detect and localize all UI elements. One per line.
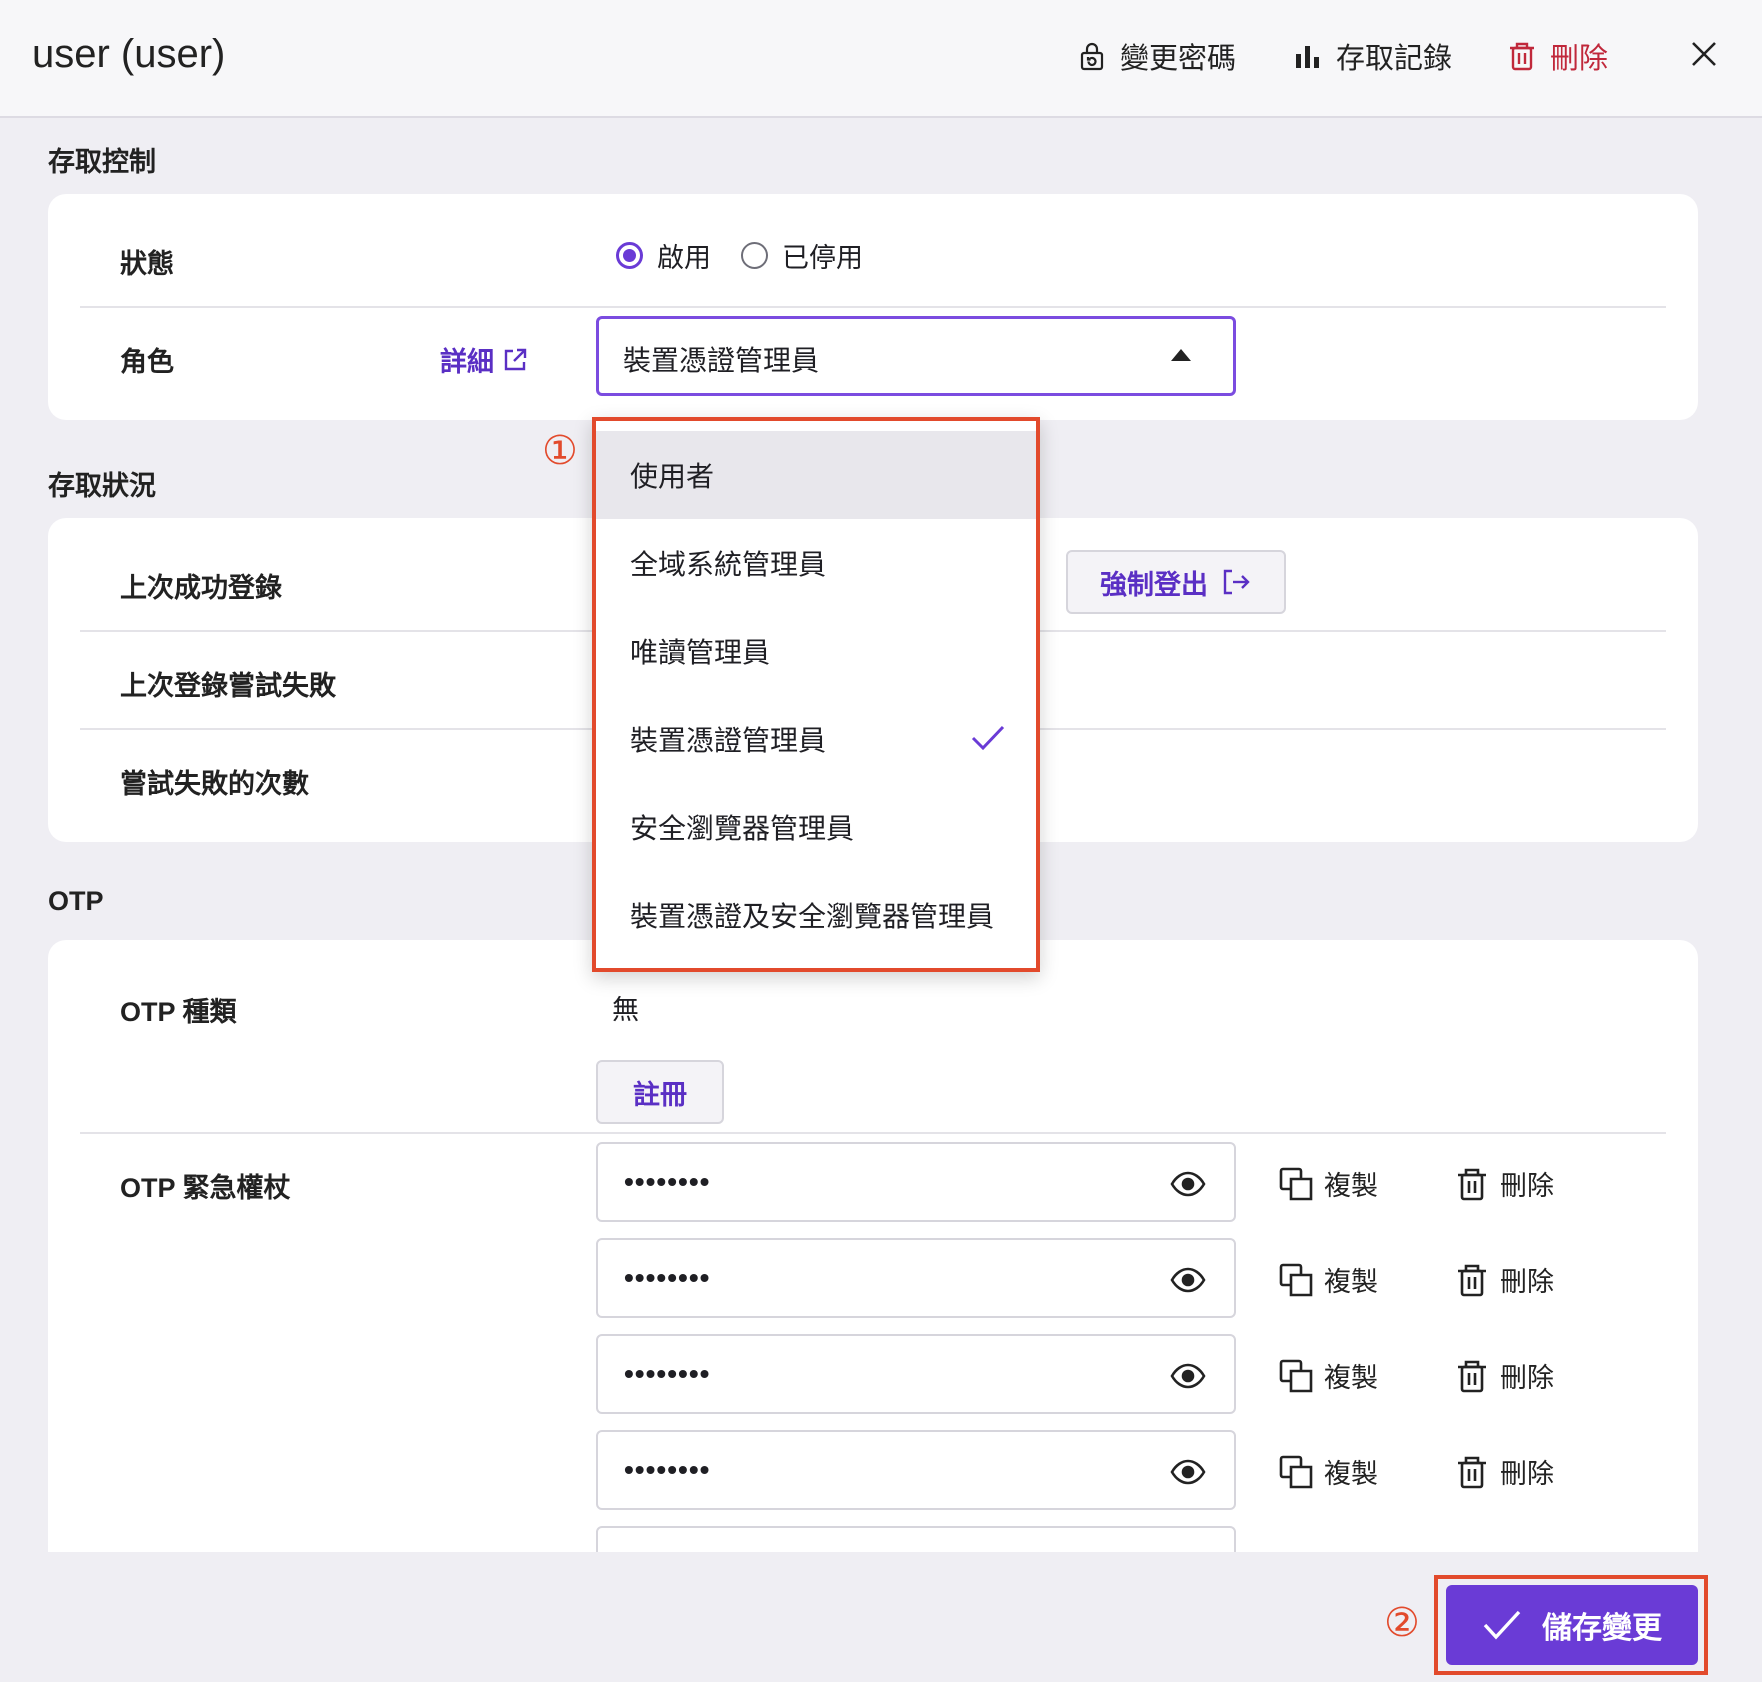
- access-log-label: 存取記錄: [1336, 43, 1453, 75]
- copy-button[interactable]: 複製: [1278, 1356, 1378, 1395]
- otp-code-value: ••••••••: [624, 1454, 711, 1485]
- radio-enabled[interactable]: [616, 242, 643, 269]
- delete-code-button[interactable]: 刪除: [1454, 1452, 1554, 1491]
- role-option-label: 安全瀏覽器管理員: [630, 813, 855, 844]
- role-option[interactable]: 唯讀管理員: [596, 607, 1036, 695]
- radio-disabled[interactable]: [741, 242, 768, 269]
- status-radio-group: 啟用 已停用: [616, 236, 879, 275]
- otp-code-value: ••••••••: [624, 1358, 711, 1389]
- access-log-button[interactable]: 存取記錄: [1292, 36, 1452, 76]
- change-password-label: 變更密碼: [1120, 43, 1237, 75]
- trash-icon: [1458, 1264, 1486, 1296]
- radio-disabled-label: 已停用: [782, 243, 863, 273]
- role-details-link[interactable]: 詳細: [440, 340, 528, 379]
- role-label: 角色: [120, 347, 174, 377]
- trash-icon: [1510, 42, 1534, 71]
- force-logout-button[interactable]: 強制登出: [1066, 550, 1286, 614]
- failed-attempts-label: 嘗試失敗的次數: [120, 769, 309, 799]
- role-select[interactable]: 裝置憑證管理員: [596, 316, 1236, 396]
- otp-code-field[interactable]: ••••••••: [596, 1142, 1236, 1222]
- copy-button[interactable]: 複製: [1278, 1164, 1378, 1203]
- copy-label: 複製: [1324, 1459, 1378, 1489]
- role-option[interactable]: 使用者: [596, 431, 1036, 519]
- dialog-header: user (user) 變更密碼 存取記錄 刪除: [0, 0, 1762, 118]
- trash-icon: [1458, 1360, 1486, 1392]
- external-link-icon: [504, 348, 527, 370]
- copy-icon: [1279, 1359, 1313, 1392]
- eye-icon[interactable]: [1170, 1454, 1206, 1490]
- change-password-button[interactable]: 變更密碼: [1076, 36, 1236, 76]
- otp-type-label: OTP 種類: [120, 997, 237, 1027]
- copy-icon: [1279, 1455, 1313, 1488]
- details-label: 詳細: [440, 347, 494, 377]
- delete-user-button[interactable]: 刪除: [1506, 36, 1608, 76]
- delete-label: 刪除: [1500, 1171, 1554, 1201]
- otp-code-field[interactable]: ••••••••: [596, 1430, 1236, 1510]
- role-option-label: 全域系統管理員: [630, 549, 827, 580]
- otp-code-field[interactable]: ••••••••: [596, 1238, 1236, 1318]
- radio-enabled-label: 啟用: [657, 243, 711, 273]
- otp-code-value: ••••••••: [624, 1262, 711, 1293]
- caret-up-icon: [1171, 349, 1191, 361]
- delete-label: 刪除: [1500, 1459, 1554, 1489]
- register-label: 註冊: [633, 1079, 687, 1110]
- eye-icon[interactable]: [1170, 1262, 1206, 1298]
- role-option[interactable]: 安全瀏覽器管理員: [596, 783, 1036, 871]
- otp-register-button[interactable]: 註冊: [596, 1060, 724, 1124]
- logout-icon: [1223, 569, 1250, 595]
- access-status-heading: 存取狀況: [48, 471, 156, 501]
- delete-label: 刪除: [1500, 1363, 1554, 1393]
- eye-icon[interactable]: [1170, 1166, 1206, 1202]
- role-option[interactable]: 全域系統管理員: [596, 519, 1036, 607]
- access-control-heading: 存取控制: [48, 147, 156, 177]
- otp-type-value: 無: [612, 995, 639, 1025]
- copy-button[interactable]: 複製: [1278, 1452, 1378, 1491]
- trash-icon: [1458, 1168, 1486, 1200]
- otp-emergency-label: OTP 緊急權杖: [120, 1173, 291, 1203]
- copy-label: 複製: [1324, 1363, 1378, 1393]
- otp-code-field[interactable]: ••••••••: [596, 1334, 1236, 1414]
- checkmark-icon: [971, 725, 1005, 751]
- checkmark-icon: [1483, 1610, 1521, 1640]
- delete-user-label: 刪除: [1550, 43, 1609, 75]
- otp-heading: OTP: [48, 886, 104, 916]
- otp-card: OTP 種類 無 註冊 OTP 緊急權杖 •••••••• 複製 刪除 ••••…: [48, 940, 1698, 1552]
- delete-code-button[interactable]: 刪除: [1454, 1260, 1554, 1299]
- last-success-login-label: 上次成功登錄: [120, 573, 282, 603]
- bar-chart-icon: [1296, 46, 1319, 68]
- trash-icon: [1458, 1456, 1486, 1488]
- status-label: 狀態: [120, 249, 174, 279]
- delete-label: 刪除: [1500, 1267, 1554, 1297]
- delete-code-button[interactable]: 刪除: [1454, 1356, 1554, 1395]
- eye-icon[interactable]: [1170, 1358, 1206, 1394]
- divider: [80, 1132, 1666, 1134]
- annotation-marker-2: ②: [1384, 1601, 1420, 1645]
- role-option-label: 使用者: [630, 461, 715, 492]
- lock-reset-icon: [1080, 42, 1104, 71]
- access-control-card: 狀態 啟用 已停用 角色 詳細 裝置憑證管理員: [48, 194, 1698, 420]
- copy-button[interactable]: 複製: [1278, 1260, 1378, 1299]
- role-option-label: 裝置憑證及安全瀏覽器管理員: [630, 901, 995, 932]
- role-select-value: 裝置憑證管理員: [623, 345, 820, 376]
- force-logout-label: 強制登出: [1100, 569, 1208, 600]
- role-option-label: 唯讀管理員: [630, 637, 771, 668]
- role-option-label: 裝置憑證管理員: [630, 725, 827, 756]
- otp-code-value: ••••••••: [624, 1166, 711, 1197]
- role-option[interactable]: 裝置憑證及安全瀏覽器管理員: [596, 871, 1036, 959]
- dialog-title: user (user): [32, 32, 226, 76]
- delete-code-button[interactable]: 刪除: [1454, 1164, 1554, 1203]
- save-changes-button[interactable]: 儲存變更: [1446, 1585, 1698, 1665]
- copy-icon: [1279, 1263, 1313, 1296]
- close-icon[interactable]: [1688, 38, 1720, 70]
- divider: [80, 306, 1666, 308]
- save-changes-label: 儲存變更: [1542, 1612, 1662, 1645]
- copy-label: 複製: [1324, 1267, 1378, 1297]
- role-dropdown-menu: 使用者 全域系統管理員 唯讀管理員 裝置憑證管理員 安全瀏覽器管理員 裝置憑證及…: [592, 417, 1040, 972]
- otp-code-field[interactable]: [596, 1526, 1236, 1552]
- copy-icon: [1279, 1167, 1313, 1200]
- annotation-marker-1: ①: [542, 429, 578, 473]
- role-option[interactable]: 裝置憑證管理員: [596, 695, 1036, 783]
- copy-label: 複製: [1324, 1171, 1378, 1201]
- last-failed-login-label: 上次登錄嘗試失敗: [120, 671, 336, 701]
